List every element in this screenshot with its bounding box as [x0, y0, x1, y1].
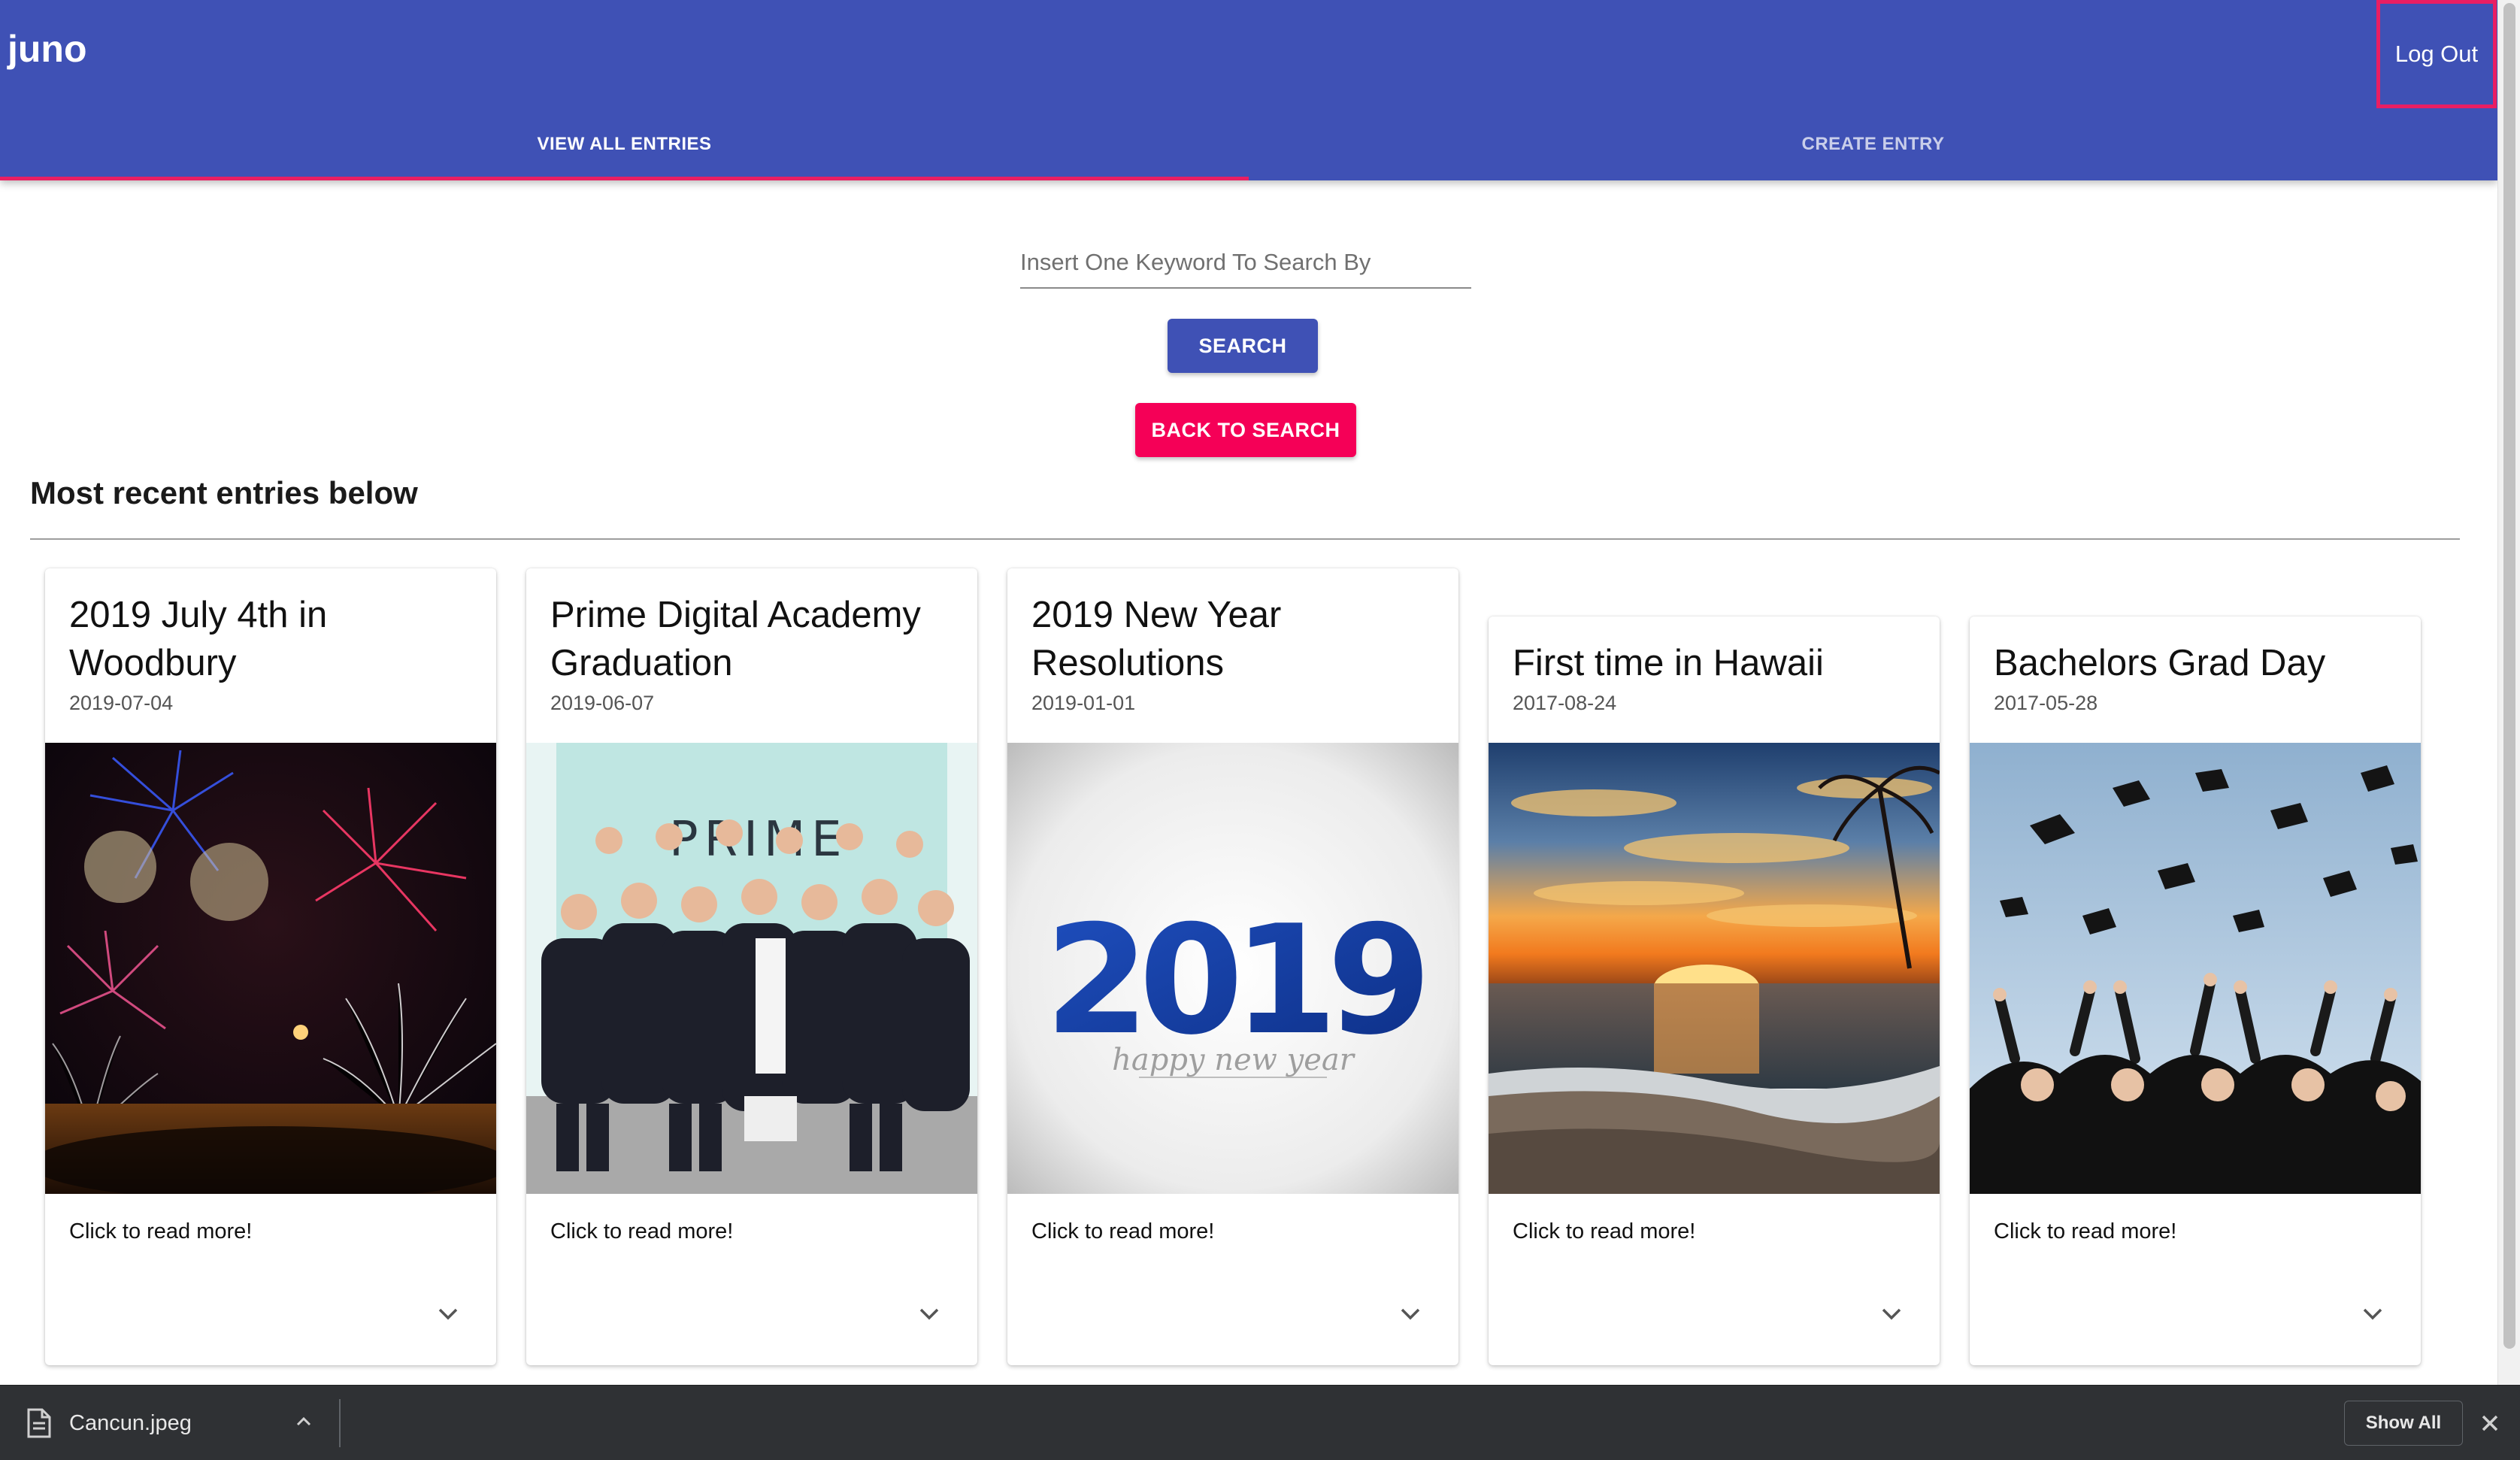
entry-card[interactable]: First time in Hawaii 2017-08-24 Click to…	[1489, 616, 1940, 1365]
entry-title: 2019 New Year Resolutions	[1031, 595, 1282, 683]
download-item[interactable]: Cancun.jpeg	[15, 1386, 338, 1460]
scrollbar-thumb[interactable]	[2503, 3, 2515, 1349]
entry-excerpt: Click to read more!	[1994, 1219, 2177, 1243]
card-header: 2019 New Year Resolutions 2019-01-01	[1031, 591, 1436, 715]
expand-more-icon[interactable]	[426, 1292, 471, 1337]
entry-card[interactable]: 2019 New Year Resolutions 2019-01-01 201…	[1007, 568, 1458, 1365]
show-all-button[interactable]: Show All	[2344, 1401, 2463, 1446]
graduation-image[interactable]	[1970, 743, 2421, 1194]
active-tab-indicator	[0, 177, 1249, 180]
fireworks-image[interactable]	[45, 743, 496, 1194]
divider	[339, 1399, 341, 1447]
tab-view-all-entries[interactable]: VIEW ALL ENTRIES	[0, 108, 1249, 180]
entry-title: First time in Hawaii	[1513, 643, 1824, 683]
entry-date: 2017-08-24	[1513, 692, 1617, 714]
entry-title: Bachelors Grad Day	[1994, 643, 2326, 683]
entry-excerpt: Click to read more!	[69, 1219, 253, 1243]
entry-date: 2019-01-01	[1031, 692, 1136, 714]
graphic-caption-text: happy new year	[1112, 1043, 1356, 1077]
chevron-up-icon[interactable]	[293, 1411, 314, 1432]
entry-title: 2019 July 4th in Woodbury	[69, 595, 328, 683]
file-icon	[27, 1408, 51, 1438]
divider	[30, 538, 2460, 540]
tab-bar: VIEW ALL ENTRIES CREATE ENTRY	[0, 108, 2497, 180]
entry-date: 2019-06-07	[550, 692, 655, 714]
entry-excerpt: Click to read more!	[1513, 1219, 1696, 1243]
back-to-search-button[interactable]: BACK TO SEARCH	[1135, 403, 1356, 457]
expand-more-icon[interactable]	[1388, 1292, 1433, 1337]
entry-date: 2019-07-04	[69, 692, 174, 714]
search-button[interactable]: SEARCH	[1168, 319, 1318, 373]
card-header: Bachelors Grad Day 2017-05-28	[1994, 639, 2398, 715]
entry-card[interactable]: Prime Digital Academy Graduation 2019-06…	[526, 568, 977, 1365]
card-header: First time in Hawaii 2017-08-24	[1513, 639, 1917, 715]
prime-sign-text: PRIME	[669, 812, 848, 868]
group-photo-image[interactable]: PRIME	[526, 743, 977, 1194]
new-year-image[interactable]: 2019 happy new year	[1007, 743, 1458, 1194]
expand-more-icon[interactable]	[907, 1292, 952, 1337]
entry-excerpt: Click to read more!	[1031, 1219, 1215, 1243]
card-header: Prime Digital Academy Graduation 2019-06…	[550, 591, 955, 715]
download-file-name: Cancun.jpeg	[69, 1410, 192, 1435]
card-header: 2019 July 4th in Woodbury 2019-07-04	[69, 591, 474, 715]
tab-label: CREATE ENTRY	[1801, 134, 1945, 154]
section-title: Most recent entries below	[30, 475, 418, 510]
tab-create-entry[interactable]: CREATE ENTRY	[1249, 108, 2497, 180]
app-bar: juno Log Out VIEW ALL ENTRIES CREATE ENT…	[0, 0, 2497, 180]
logout-button[interactable]: Log Out	[2376, 0, 2497, 108]
entry-excerpt: Click to read more!	[550, 1219, 734, 1243]
sunset-image[interactable]	[1489, 743, 1940, 1194]
entry-date: 2017-05-28	[1994, 692, 2098, 714]
tab-label: VIEW ALL ENTRIES	[537, 134, 712, 154]
entry-card[interactable]: Bachelors Grad Day 2017-05-28 Click to r…	[1970, 616, 2421, 1365]
entry-card[interactable]: 2019 July 4th in Woodbury 2019-07-04 Cli…	[45, 568, 496, 1365]
expand-more-icon[interactable]	[2350, 1292, 2395, 1337]
close-icon[interactable]	[2478, 1411, 2502, 1435]
entry-title: Prime Digital Academy Graduation	[550, 595, 921, 683]
download-bar: Cancun.jpeg Show All	[0, 1385, 2520, 1460]
expand-more-icon[interactable]	[1869, 1292, 1914, 1337]
search-input[interactable]	[1020, 242, 1471, 289]
page-scrollbar[interactable]	[2497, 0, 2520, 1385]
app-logo[interactable]: juno	[8, 27, 87, 71]
